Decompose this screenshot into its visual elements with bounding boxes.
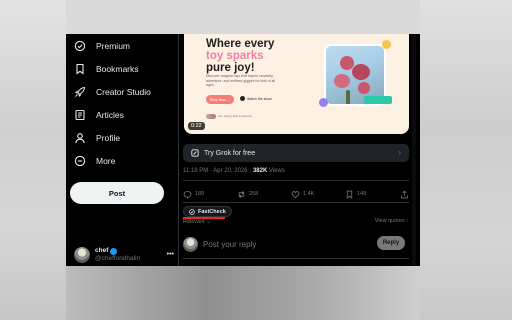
reply-action[interactable]: 188 — [183, 190, 237, 199]
account-name: chef — [95, 247, 140, 255]
like-count: 1.4K — [303, 191, 315, 197]
post-button[interactable]: Post — [70, 182, 164, 204]
account-more-icon[interactable]: ••• — [167, 251, 174, 258]
account-info: chef @cheffondhalin — [95, 247, 140, 263]
share-action[interactable] — [400, 190, 409, 199]
x-app-window: Premium Bookmarks Creator Studio Article… — [66, 34, 420, 266]
try-grok-banner[interactable]: Try Grok for free › — [183, 144, 409, 162]
share-icon — [401, 190, 408, 198]
sidebar-item-label: Bookmarks — [96, 64, 139, 74]
post-actions: 188 258 1.4K 148 — [183, 188, 409, 200]
account-name-text: chef — [95, 247, 109, 254]
views-label: Views — [267, 168, 285, 174]
ad-headline-highlight: toy sparks — [206, 50, 264, 62]
post-timestamp[interactable]: 11:18 PM · Apr 20, 2026 · — [183, 168, 253, 174]
avatar — [74, 247, 90, 263]
repost-count: 258 — [249, 191, 259, 197]
ad-avatars — [206, 114, 216, 119]
grok-label: Try Grok for free — [204, 149, 256, 157]
account-switcher[interactable]: chef @cheffondhalin ••• — [74, 244, 174, 266]
sidebar-item-profile[interactable]: Profile — [74, 128, 120, 148]
ad-headline-line-1: Where every — [206, 38, 275, 50]
view-quotes-link[interactable]: View quotes › — [375, 218, 408, 224]
ad-badge — [364, 96, 392, 104]
grok-icon — [191, 149, 199, 157]
articles-icon — [75, 109, 85, 121]
play-icon — [240, 96, 245, 101]
sidebar-item-label: Premium — [96, 41, 131, 51]
ad-headline-line-3: pure joy! — [206, 62, 255, 74]
video-timestamp: 0:22 — [188, 122, 205, 130]
more-icon — [74, 155, 86, 167]
divider — [183, 258, 409, 259]
account-handle: @cheffondhalin — [95, 255, 141, 262]
bookmark-action[interactable]: 148 — [345, 190, 399, 199]
scrollbar[interactable] — [412, 34, 416, 266]
reply-count: 188 — [195, 191, 205, 197]
verified-badge-icon — [110, 247, 118, 255]
sidebar-item-creator-studio[interactable]: Creator Studio — [74, 82, 151, 102]
reply-button[interactable]: Reply — [377, 236, 405, 250]
sidebar-item-label: Profile — [96, 133, 121, 143]
bookmark-icon — [346, 190, 353, 199]
ad-decoration-circle — [319, 98, 328, 107]
reply-input[interactable]: Post your reply — [203, 240, 256, 249]
fastcheck-label: FastCheck — [198, 208, 226, 215]
repost-action[interactable]: 258 — [237, 190, 291, 199]
ad-cta-button: Shop Now → — [206, 95, 234, 104]
heart-icon — [291, 190, 300, 198]
divider — [183, 202, 409, 203]
reply-icon — [183, 190, 192, 199]
post-detail: Where every toy sparks pure joy! Discove… — [179, 34, 420, 266]
views-count: 382K — [252, 168, 268, 174]
fastcheck-icon — [189, 208, 195, 215]
sidebar-item-label: More — [96, 156, 116, 166]
repost-icon — [238, 190, 245, 198]
video-player[interactable]: Where every toy sparks pure joy! Discove… — [184, 34, 409, 134]
ad-decoration-star — [382, 40, 391, 49]
like-action[interactable]: 1.4K — [291, 190, 345, 199]
bookmark-count: 148 — [357, 191, 367, 197]
ad-subtext: Discover magical toys that inspire creat… — [206, 74, 276, 87]
ad-avatars-label: 4k+ happy kids & parents — [218, 114, 252, 118]
screen: Premium Bookmarks Creator Studio Article… — [0, 0, 512, 320]
sidebar-item-label: Articles — [96, 110, 124, 120]
sidebar-item-articles[interactable]: Articles — [74, 105, 124, 125]
divider — [183, 180, 409, 181]
sidebar-item-more[interactable]: More — [74, 151, 115, 171]
rocket-icon — [75, 86, 86, 97]
blurred-background-bottom — [66, 266, 420, 320]
sidebar-item-label: Creator Studio — [96, 87, 151, 97]
chevron-right-icon: › — [398, 148, 401, 157]
profile-icon — [75, 133, 85, 144]
ad-headline: Where every toy sparks pure joy! — [206, 38, 274, 74]
fastcheck-tab[interactable]: FastCheck — [183, 206, 232, 217]
blurred-background-right — [420, 0, 512, 320]
sort-relevant-dropdown[interactable]: Relevant ⌄ — [183, 219, 211, 225]
sidebar-nav: Premium Bookmarks Creator Studio Article… — [66, 34, 178, 266]
ad-play-label: Watch the show — [247, 96, 272, 101]
ad-play-link: Watch the show — [240, 96, 272, 101]
post-meta: 11:18 PM · Apr 20, 2026 · 382K Views — [183, 168, 285, 174]
bookmark-icon — [76, 63, 84, 75]
avatar — [183, 236, 198, 252]
sidebar-item-premium[interactable]: Premium — [74, 36, 130, 56]
sidebar-item-bookmarks[interactable]: Bookmarks — [74, 59, 139, 79]
reply-composer: Post your reply Reply — [183, 235, 409, 253]
blurred-background-left — [0, 0, 66, 320]
premium-icon — [74, 40, 86, 52]
